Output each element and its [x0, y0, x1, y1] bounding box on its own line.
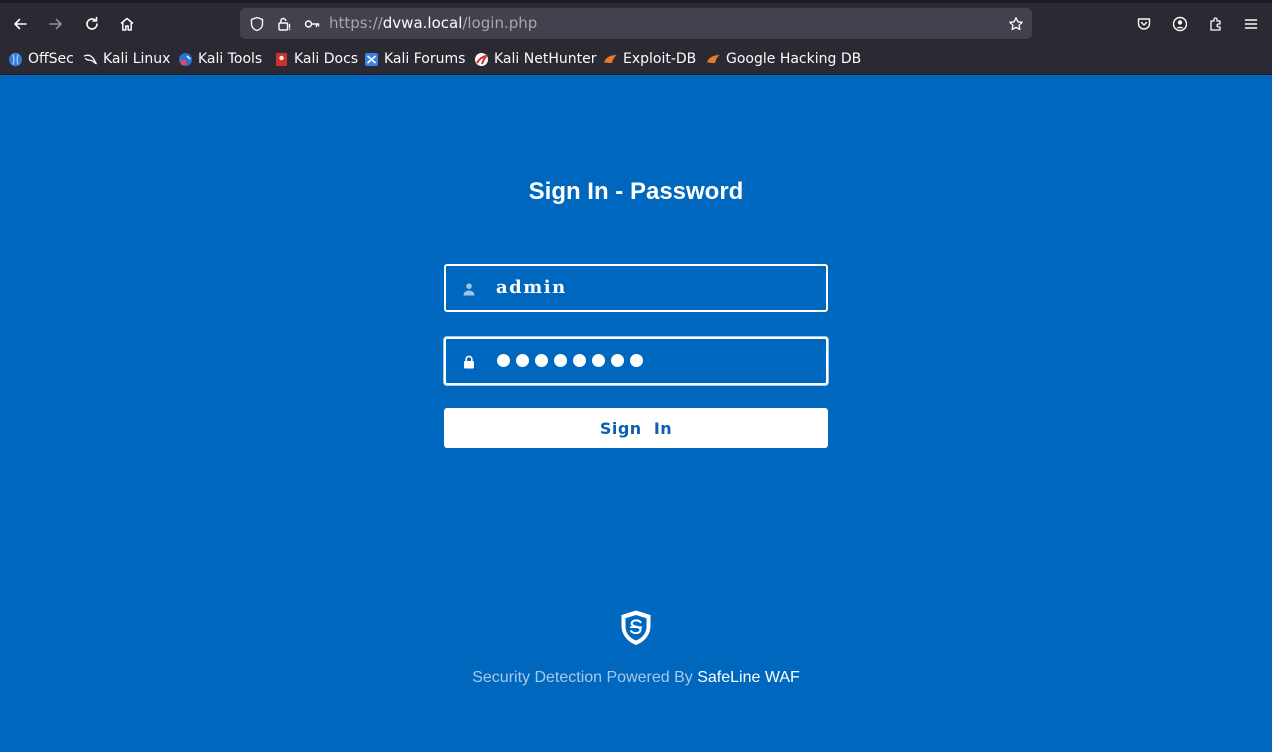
- bookmark-kali-tools[interactable]: Kali Tools: [178, 50, 262, 68]
- exploit-db-icon: [603, 52, 618, 67]
- tab-strip-edge: [0, 0, 1272, 3]
- page-title: Sign In - Password: [528, 178, 744, 205]
- password-dot: [516, 354, 529, 367]
- password-field[interactable]: [444, 337, 828, 385]
- sign-in-button[interactable]: Sign In: [444, 408, 828, 448]
- password-dot: [535, 354, 548, 367]
- footer-text: Security Detection Powered By: [472, 669, 698, 686]
- username-field[interactable]: admin: [444, 264, 828, 312]
- bookmark-google-hacking-db[interactable]: Google Hacking DB: [706, 50, 861, 68]
- bookmark-offsec[interactable]: OffSec: [8, 50, 74, 68]
- account-button[interactable]: [1166, 10, 1194, 38]
- bookmark-kali-nethunter[interactable]: Kali NetHunter: [474, 50, 596, 68]
- home-button[interactable]: [113, 10, 141, 38]
- waf-footer: Security Detection Powered By SafeLine W…: [0, 669, 1272, 687]
- reload-icon: [86, 16, 98, 30]
- bookmark-label: Google Hacking DB: [726, 51, 862, 67]
- back-button[interactable]: [6, 10, 34, 38]
- bookmark-label: Kali Docs: [294, 51, 359, 67]
- bookmark-label: Kali Linux: [103, 51, 171, 67]
- bookmark-kali-linux[interactable]: Kali Linux: [83, 50, 170, 68]
- bookmark-exploit-db[interactable]: Exploit-DB: [603, 50, 696, 68]
- footer-brand-link[interactable]: SafeLine WAF: [697, 669, 800, 686]
- account-icon: [1172, 16, 1188, 32]
- puzzle-icon: [1210, 17, 1221, 31]
- extensions-button[interactable]: [1202, 10, 1230, 38]
- password-dot: [554, 354, 567, 367]
- bookmark-label: Kali Forums: [384, 51, 466, 67]
- ghdb-icon: [706, 52, 721, 67]
- url-scheme: https://: [329, 14, 383, 32]
- hamburger-menu-icon: [1244, 19, 1258, 29]
- bookmark-label: Kali Tools: [198, 51, 263, 67]
- lock-icon: [461, 354, 477, 370]
- bookmark-kali-docs[interactable]: Kali Docs: [274, 50, 358, 68]
- forward-button[interactable]: [42, 10, 70, 38]
- username-value: admin: [496, 277, 567, 298]
- password-dot: [573, 354, 586, 367]
- pocket-button[interactable]: [1130, 10, 1158, 38]
- kali-dragon-icon: [83, 52, 98, 67]
- arrow-left-icon: [14, 18, 27, 30]
- tracking-protection-icon[interactable]: [248, 15, 265, 32]
- password-dot: [630, 354, 643, 367]
- address-bar[interactable]: https://dvwa.local/login.php: [240, 8, 1032, 39]
- kali-forums-icon: [364, 52, 379, 67]
- browser-chrome: https://dvwa.local/login.php OffSec Kali…: [0, 0, 1272, 75]
- reload-button[interactable]: [78, 10, 106, 38]
- kali-docs-icon: [274, 52, 289, 67]
- bookmark-kali-forums[interactable]: Kali Forums: [364, 50, 465, 68]
- offsec-icon: [8, 52, 23, 67]
- url-text[interactable]: https://dvwa.local/login.php: [329, 14, 537, 32]
- safeline-shield-icon: [621, 610, 651, 645]
- home-icon: [120, 17, 134, 31]
- kali-tools-icon: [178, 52, 193, 67]
- url-path: /login.php: [462, 14, 538, 32]
- key-icon[interactable]: [303, 15, 320, 32]
- password-dot: [592, 354, 605, 367]
- insecure-lock-icon[interactable]: [275, 15, 292, 32]
- bookmark-label: Kali NetHunter: [494, 51, 597, 67]
- password-mask: [497, 354, 643, 367]
- bookmark-label: Exploit-DB: [623, 51, 697, 67]
- arrow-right-icon: [49, 18, 62, 30]
- bookmark-label: OffSec: [28, 51, 74, 67]
- pocket-icon: [1137, 18, 1151, 30]
- nethunter-icon: [474, 52, 489, 67]
- password-dot: [611, 354, 624, 367]
- user-icon: [461, 281, 477, 297]
- menu-button[interactable]: [1237, 10, 1265, 38]
- bookmark-star-icon[interactable]: [1007, 15, 1024, 32]
- password-dot: [497, 354, 510, 367]
- url-host: dvwa.local: [382, 14, 463, 32]
- bookmarks-toolbar: OffSec Kali Linux Kali Tools Kali Docs K…: [0, 47, 1272, 71]
